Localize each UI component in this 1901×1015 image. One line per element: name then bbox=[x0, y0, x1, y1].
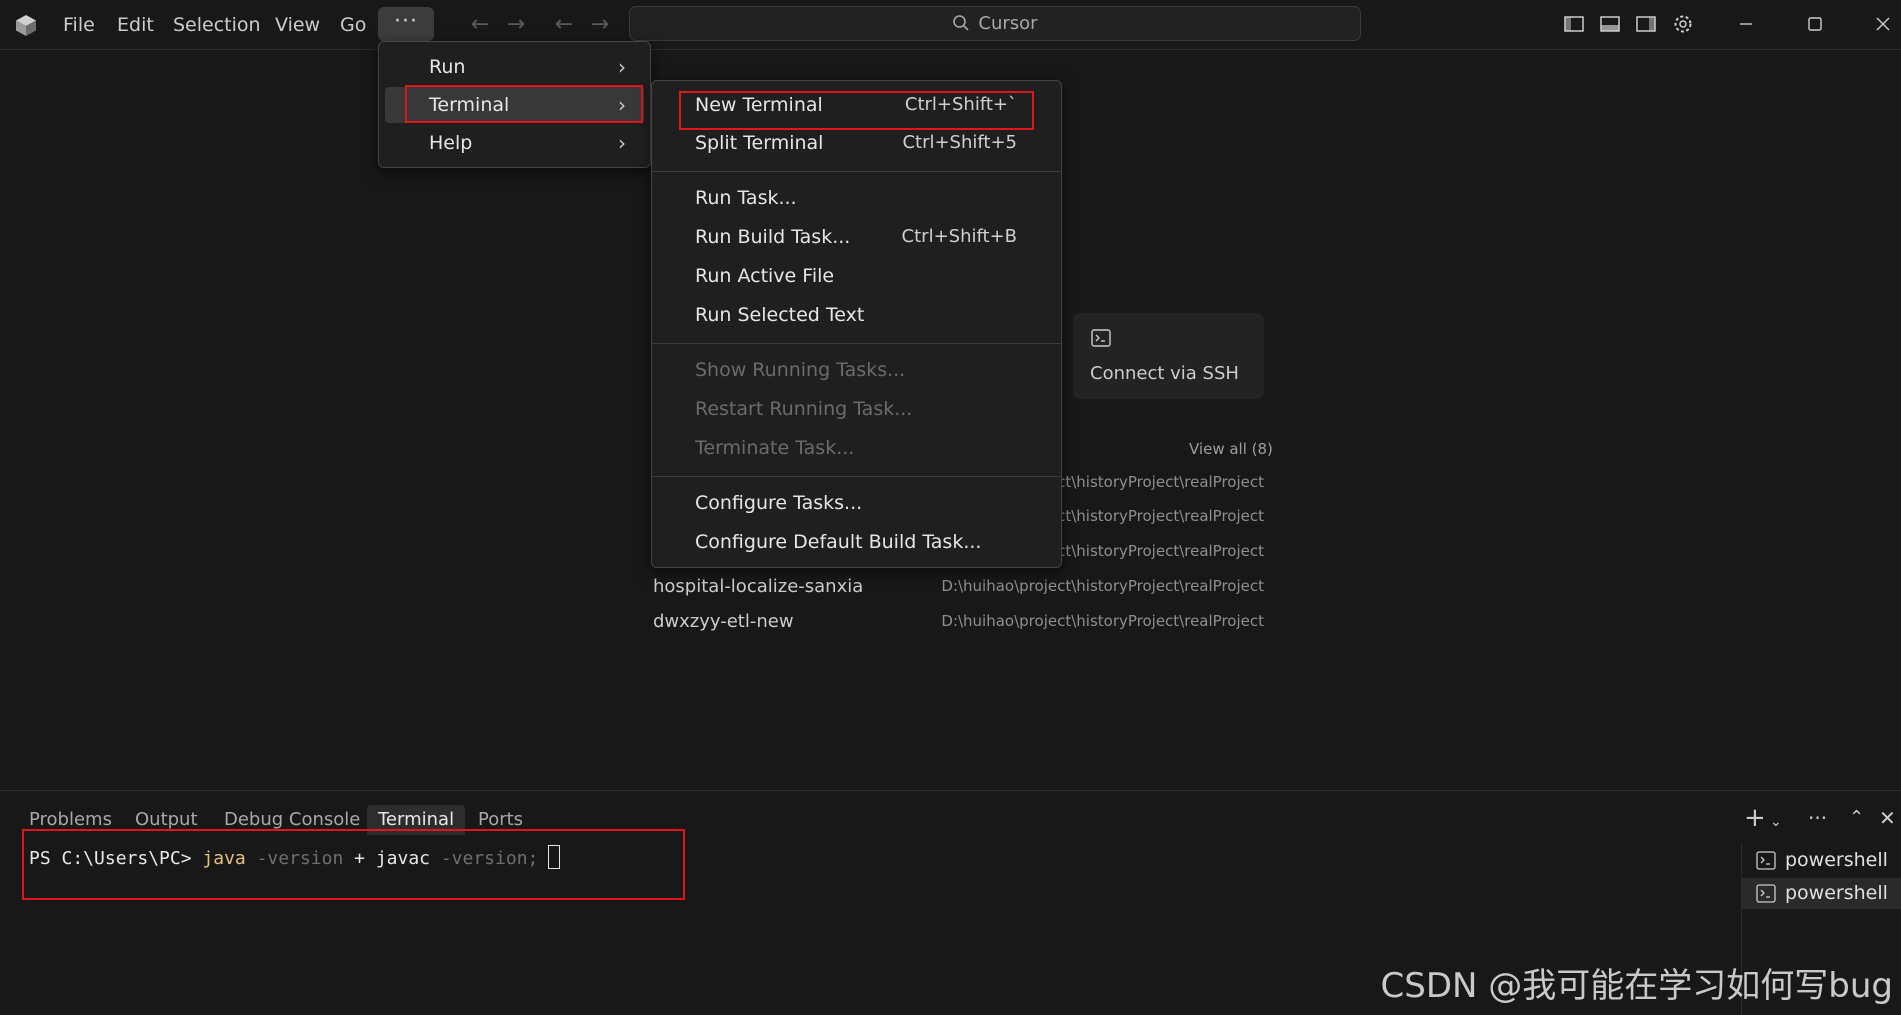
recent-project-path: D:\huihao\project\historyProject\realPro… bbox=[941, 577, 1264, 595]
more-menu-button[interactable]: ··· bbox=[378, 7, 434, 41]
menu-item-split-terminal[interactable]: Split Terminal Ctrl+Shift+5 bbox=[652, 126, 1061, 160]
menu-item-terminal[interactable]: Terminal › bbox=[385, 87, 644, 123]
terminal-icon bbox=[1756, 884, 1776, 903]
terminal-operator: + bbox=[354, 848, 376, 869]
more-actions-icon[interactable]: ··· bbox=[1808, 807, 1827, 829]
tab-ports[interactable]: Ports bbox=[478, 805, 523, 835]
menu-item-help[interactable]: Help › bbox=[385, 125, 644, 161]
menu-item-configure-default-build-task[interactable]: Configure Default Build Task... bbox=[652, 525, 1061, 559]
chevron-down-icon[interactable]: ⌄ bbox=[1770, 811, 1782, 833]
shortcut-label: Ctrl+Shift+5 bbox=[902, 132, 1017, 153]
terminal-command: javac bbox=[375, 848, 430, 869]
recent-project-name[interactable]: hospital-localize-sanxia bbox=[653, 576, 863, 597]
view-all-link[interactable]: View all (8) bbox=[1189, 440, 1273, 458]
menu-item-terminate-task: Terminate Task... bbox=[652, 431, 1061, 465]
forward-arrow-icon[interactable]: → bbox=[587, 12, 613, 38]
tab-problems[interactable]: Problems bbox=[29, 805, 112, 835]
menu-item-label: Configure Tasks... bbox=[695, 492, 863, 514]
menu-edit[interactable]: Edit bbox=[117, 12, 154, 38]
menu-item-label: Restart Running Task... bbox=[695, 398, 913, 420]
add-terminal-icon[interactable]: + bbox=[1744, 805, 1766, 831]
toggle-secondary-sidebar-icon[interactable] bbox=[1635, 13, 1657, 35]
menu-selection[interactable]: Selection bbox=[173, 12, 261, 38]
terminal-instance-label: powershell bbox=[1785, 849, 1888, 871]
tab-debug-console[interactable]: Debug Console bbox=[224, 805, 360, 835]
gear-icon[interactable] bbox=[1672, 13, 1694, 35]
recent-project-path: oject\historyProject\realProject bbox=[1034, 542, 1264, 560]
title-bar: File Edit Selection View Go ··· ← → ← → … bbox=[0, 0, 1901, 50]
chevron-right-icon: › bbox=[618, 131, 626, 155]
menu-item-label: New Terminal bbox=[695, 94, 823, 116]
recent-project-name[interactable]: dwxzyy-etl-new bbox=[653, 611, 794, 632]
menu-item-run-task[interactable]: Run Task... bbox=[652, 181, 1061, 215]
chevron-right-icon: › bbox=[618, 93, 626, 117]
terminal-icon bbox=[1091, 329, 1111, 347]
terminal-prompt: PS C:\Users\PC> bbox=[29, 848, 203, 869]
terminal-instance[interactable]: powershell bbox=[1742, 845, 1901, 876]
menu-item-label: Show Running Tasks... bbox=[695, 359, 906, 381]
terminal-submenu: New Terminal Ctrl+Shift+` Split Terminal… bbox=[651, 80, 1062, 568]
menu-file[interactable]: File bbox=[63, 12, 95, 38]
menu-item-label: Run Build Task... bbox=[695, 226, 851, 248]
chevron-right-icon: › bbox=[618, 55, 626, 79]
menu-item-label: Run Active File bbox=[695, 265, 835, 287]
menu-item-label: Run Task... bbox=[695, 187, 797, 209]
menu-item-configure-tasks[interactable]: Configure Tasks... bbox=[652, 486, 1061, 520]
menu-item-new-terminal[interactable]: New Terminal Ctrl+Shift+` bbox=[652, 88, 1061, 122]
shortcut-label: Ctrl+Shift+` bbox=[904, 94, 1017, 115]
menu-divider bbox=[652, 171, 1061, 172]
terminal-prompt-line[interactable]: PS C:\Users\PC> java -version + javac -v… bbox=[29, 845, 561, 869]
menu-item-label: Help bbox=[429, 132, 473, 154]
tab-terminal[interactable]: Terminal bbox=[367, 805, 466, 835]
menu-item-run[interactable]: Run › bbox=[385, 49, 644, 85]
terminal-instance-label: powershell bbox=[1785, 882, 1888, 904]
close-icon[interactable] bbox=[1871, 12, 1895, 36]
menu-item-label: Run Selected Text bbox=[695, 304, 865, 326]
menu-go[interactable]: Go bbox=[340, 12, 366, 38]
tab-output[interactable]: Output bbox=[135, 805, 198, 835]
cursor-logo-icon bbox=[16, 15, 36, 36]
toggle-primary-sidebar-icon[interactable] bbox=[1563, 13, 1585, 35]
overflow-menu: Run › Terminal › Help › bbox=[378, 41, 651, 168]
recent-project-path: D:\huihao\project\historyProject\realPro… bbox=[941, 612, 1264, 630]
search-text: Cursor bbox=[978, 13, 1038, 34]
menu-divider bbox=[652, 476, 1061, 477]
forward-arrow-icon[interactable]: → bbox=[503, 12, 529, 38]
terminal-cursor bbox=[548, 845, 561, 869]
menu-item-show-running-tasks: Show Running Tasks... bbox=[652, 353, 1061, 387]
minimize-icon[interactable] bbox=[1734, 12, 1758, 36]
chevron-up-icon[interactable]: ⌃ bbox=[1849, 807, 1864, 829]
menu-item-run-active-file[interactable]: Run Active File bbox=[652, 259, 1061, 293]
menu-item-restart-running-task: Restart Running Task... bbox=[652, 392, 1061, 426]
terminal-argument: -version bbox=[245, 848, 355, 869]
menu-view[interactable]: View bbox=[275, 12, 320, 38]
search-icon bbox=[953, 15, 969, 31]
recent-project-path: oject\historyProject\realProject bbox=[1034, 473, 1264, 491]
connect-ssh-card[interactable]: Connect via SSH bbox=[1073, 313, 1264, 399]
terminal-argument: -version; bbox=[430, 848, 539, 869]
menu-item-label: Run bbox=[429, 56, 466, 78]
menu-item-label: Split Terminal bbox=[695, 132, 824, 154]
connect-ssh-label: Connect via SSH bbox=[1090, 363, 1239, 384]
close-panel-icon[interactable]: ✕ bbox=[1879, 807, 1896, 829]
back-arrow-icon[interactable]: ← bbox=[551, 12, 577, 38]
recent-project-path: oject\historyProject\realProject bbox=[1034, 507, 1264, 525]
menu-item-label: Terminal bbox=[429, 94, 510, 116]
shortcut-label: Ctrl+Shift+B bbox=[901, 226, 1017, 247]
menu-divider bbox=[652, 343, 1061, 344]
back-arrow-icon[interactable]: ← bbox=[467, 12, 493, 38]
menu-item-label: Configure Default Build Task... bbox=[695, 531, 982, 553]
maximize-icon[interactable] bbox=[1803, 12, 1827, 36]
terminal-instance[interactable]: powershell bbox=[1742, 878, 1901, 909]
menu-item-run-build-task[interactable]: Run Build Task... Ctrl+Shift+B bbox=[652, 220, 1061, 254]
toggle-panel-icon[interactable] bbox=[1599, 13, 1621, 35]
command-search-box[interactable]: Cursor bbox=[629, 6, 1361, 41]
terminal-command: java bbox=[202, 848, 246, 869]
terminal-icon bbox=[1756, 851, 1776, 870]
menu-item-run-selected-text[interactable]: Run Selected Text bbox=[652, 298, 1061, 332]
menu-item-label: Terminate Task... bbox=[695, 437, 855, 459]
watermark-text: CSDN @我可能在学习如何写bug bbox=[1380, 966, 1893, 1006]
